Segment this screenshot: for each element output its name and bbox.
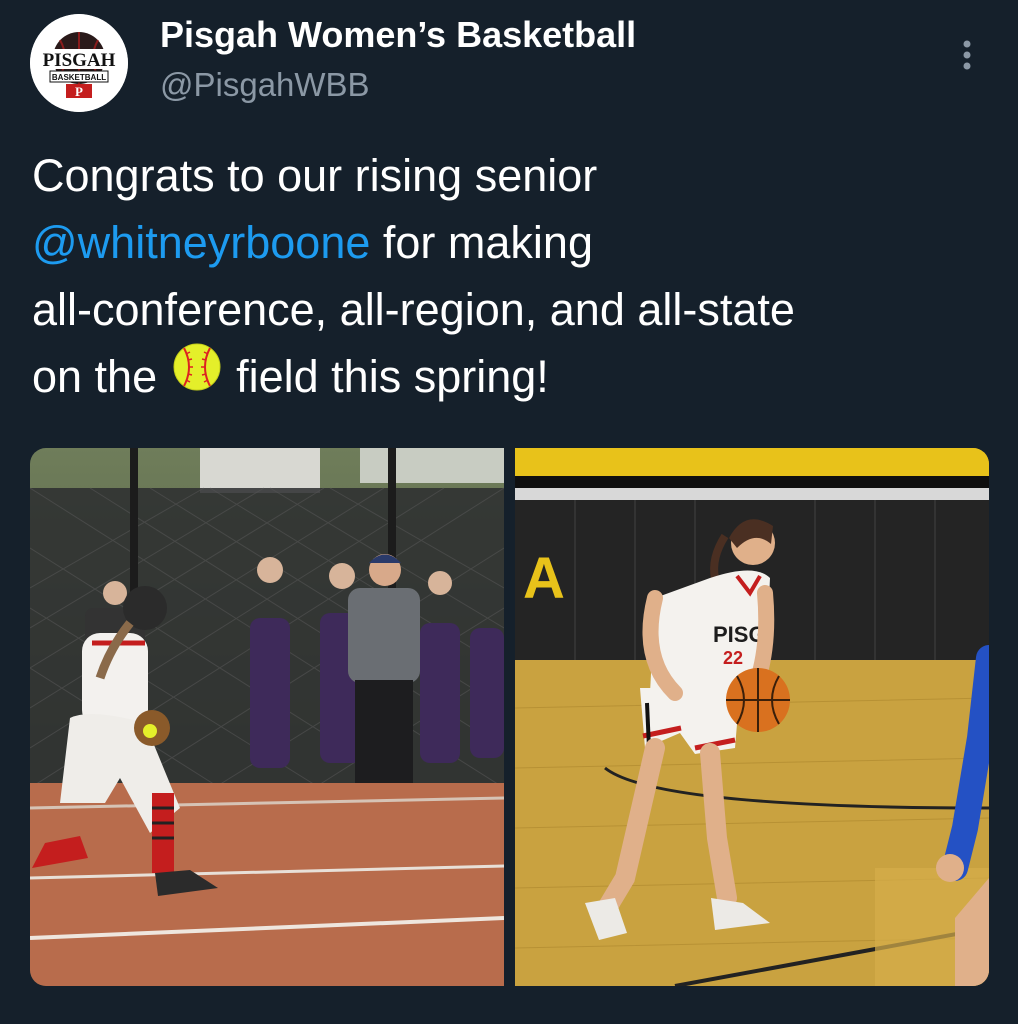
author-handle[interactable]: @PisgahWBB <box>160 66 370 104</box>
softball-emoji-icon <box>172 342 222 410</box>
tweet-line-2: for making <box>370 217 593 268</box>
mention-link[interactable]: @whitneyrboone <box>32 217 370 268</box>
tweet-text: Congrats to our rising senior @whitneyrb… <box>32 142 992 410</box>
author-display-name[interactable]: Pisgah Women’s Basketball <box>160 14 636 56</box>
logo-top-text: PISGAH <box>43 50 116 71</box>
tweet-line-1: Congrats to our rising senior <box>32 150 598 201</box>
softball-player-photo[interactable] <box>30 448 504 986</box>
pisgah-logo: PISGAH BASKETBALL P <box>30 14 128 112</box>
logo-letter: P <box>75 84 83 99</box>
tweet-line-4-start: on the <box>32 351 170 402</box>
tweet-line-3: all-conference, all-region, and all-stat… <box>32 284 795 335</box>
jersey-number: 22 <box>723 648 743 668</box>
basketball-player-photo[interactable]: A PISG 22 <box>515 448 989 986</box>
tweet-line-4-end: field this spring! <box>223 351 549 402</box>
wall-letter: A <box>523 546 565 611</box>
more-vertical-icon[interactable] <box>955 36 979 76</box>
logo-bottom-text: BASKETBALL <box>52 73 106 82</box>
author-avatar[interactable]: PISGAH BASKETBALL P <box>30 14 128 112</box>
